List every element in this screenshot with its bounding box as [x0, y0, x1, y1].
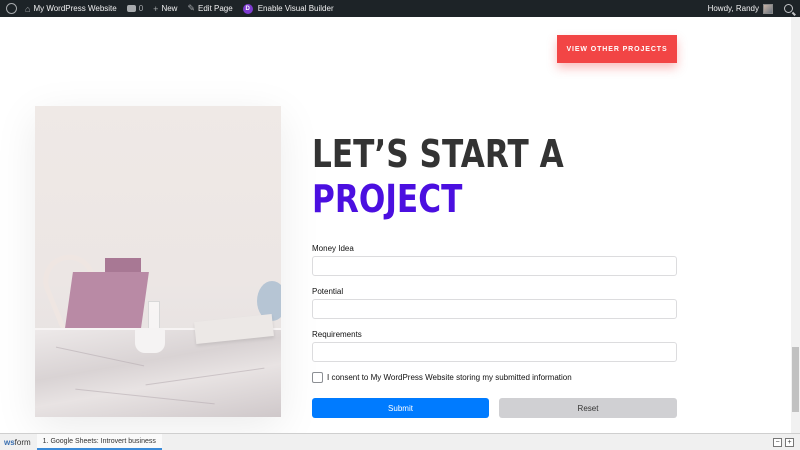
edit-page-link[interactable]: ✎ Edit Page — [182, 0, 237, 17]
expand-icon[interactable]: + — [785, 437, 794, 447]
tab-google-sheets[interactable]: 1. Google Sheets: Introvert business — [36, 434, 162, 450]
heading-line-1: LET’S START A — [312, 132, 564, 176]
page-content: VIEW OTHER PROJECTS LET’S START A PROJEC… — [0, 17, 791, 433]
money-idea-input[interactable] — [312, 256, 677, 276]
plus-icon: + — [153, 3, 159, 14]
page-scrollbar[interactable] — [791, 17, 800, 433]
wsform-logo: wsform — [4, 437, 31, 447]
site-name-link[interactable]: ⌂ My WordPress Website — [20, 0, 122, 17]
search-icon[interactable] — [784, 4, 793, 13]
requirements-label: Requirements — [312, 330, 362, 339]
home-icon: ⌂ — [25, 3, 31, 14]
greeting-label: Howdy, Randy — [707, 4, 759, 13]
potential-label: Potential — [312, 287, 344, 296]
comments-link[interactable]: 0 — [122, 0, 148, 17]
visual-builder-label: Enable Visual Builder — [257, 4, 334, 13]
minimize-icon[interactable]: − — [773, 437, 782, 447]
admin-bar: ⌂ My WordPress Website 0 + New ✎ Edit Pa… — [0, 0, 800, 17]
edit-page-label: Edit Page — [198, 4, 233, 13]
heading-line-2: PROJECT — [312, 177, 463, 221]
new-label: New — [161, 4, 178, 13]
comment-icon — [126, 5, 136, 12]
potential-input[interactable] — [312, 299, 677, 319]
bottom-panel-bar: wsform 1. Google Sheets: Introvert busin… — [0, 433, 800, 450]
site-name-label: My WordPress Website — [33, 4, 117, 13]
money-idea-label: Money Idea — [312, 244, 354, 253]
consent-checkbox[interactable] — [312, 372, 323, 383]
visual-builder-link[interactable]: D Enable Visual Builder — [238, 0, 339, 17]
comments-count: 0 — [138, 4, 144, 13]
new-content-link[interactable]: + New — [148, 0, 182, 17]
hero-image — [35, 106, 281, 417]
wordpress-icon[interactable] — [2, 0, 20, 17]
submit-button[interactable]: Submit — [312, 398, 489, 418]
requirements-input[interactable] — [312, 342, 677, 362]
consent-text: I consent to My WordPress Website storin… — [327, 373, 572, 382]
divi-icon: D — [242, 3, 253, 14]
consent-row: I consent to My WordPress Website storin… — [312, 372, 572, 383]
view-other-projects-button[interactable]: VIEW OTHER PROJECTS — [557, 35, 677, 63]
account-menu[interactable]: Howdy, Randy — [703, 0, 784, 17]
reset-button[interactable]: Reset — [499, 398, 677, 418]
pencil-icon: ✎ — [187, 3, 195, 13]
scrollbar-thumb[interactable] — [792, 347, 799, 412]
avatar — [763, 3, 773, 14]
